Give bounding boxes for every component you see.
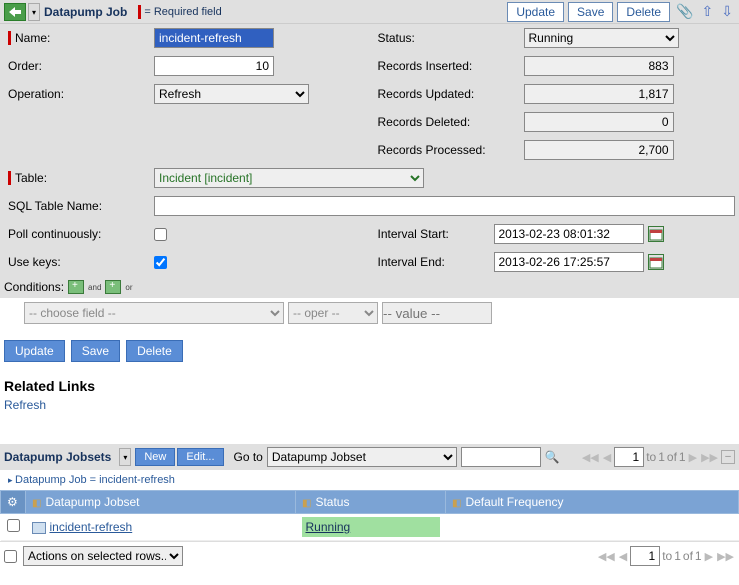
- update-button[interactable]: Update: [4, 340, 65, 362]
- filter-field-select[interactable]: -- choose field --: [24, 302, 284, 324]
- sql-input[interactable]: [154, 196, 735, 216]
- goto-select[interactable]: Datapump Jobset: [267, 447, 457, 467]
- poll-label: Poll continuously:: [8, 227, 101, 241]
- order-input[interactable]: [154, 56, 274, 76]
- last-page-icon[interactable]: ▶▶: [716, 550, 735, 563]
- record-icon[interactable]: [32, 522, 46, 534]
- page-input[interactable]: [614, 447, 644, 467]
- gear-icon[interactable]: ⚙: [7, 495, 18, 509]
- records-processed-field: [524, 140, 674, 160]
- interval-start-input[interactable]: [494, 224, 644, 244]
- interval-end-input[interactable]: [494, 252, 644, 272]
- cube-icon: ◧: [302, 498, 311, 509]
- last-page-icon[interactable]: ▶▶: [700, 451, 719, 464]
- required-mark-icon: [8, 31, 11, 45]
- attachment-icon[interactable]: 📎: [674, 3, 695, 20]
- cube-icon: ◧: [452, 498, 461, 509]
- first-page-icon[interactable]: ◀◀: [597, 550, 616, 563]
- move-up-icon[interactable]: ⇧: [700, 3, 716, 20]
- form-title: Datapump Job: [44, 5, 127, 19]
- goto-input[interactable]: [461, 447, 541, 467]
- usekeys-label: Use keys:: [8, 255, 61, 269]
- select-all-checkbox[interactable]: [4, 550, 17, 563]
- calendar-icon[interactable]: [648, 254, 664, 270]
- column-status[interactable]: ◧Status: [296, 491, 446, 514]
- prev-page-icon[interactable]: ◀: [602, 451, 612, 464]
- conditions-label: Conditions:: [4, 280, 64, 294]
- related-links-heading: Related Links: [0, 370, 739, 396]
- records-deleted-label: Records Deleted:: [378, 115, 471, 129]
- list-title: Datapump Jobsets: [4, 450, 111, 464]
- pager-of: of: [667, 450, 677, 464]
- table-select[interactable]: Incident [incident]: [154, 168, 424, 188]
- add-or-condition-icon[interactable]: [105, 280, 121, 294]
- back-button[interactable]: [4, 3, 26, 21]
- order-label: Order:: [8, 59, 42, 73]
- search-icon[interactable]: 🔍: [541, 450, 564, 464]
- first-page-icon[interactable]: ◀◀: [581, 451, 600, 464]
- table-label: Table:: [15, 171, 47, 185]
- required-label: = Required field: [144, 6, 221, 18]
- pager-to: to: [646, 450, 656, 464]
- name-input[interactable]: [154, 28, 274, 48]
- records-inserted-field: [524, 56, 674, 76]
- update-button-top[interactable]: Update: [507, 2, 564, 22]
- filter-value-input[interactable]: [382, 302, 492, 324]
- record-link[interactable]: incident-refresh: [50, 520, 133, 534]
- records-updated-field: [524, 84, 674, 104]
- list-menu-dropdown[interactable]: ▾: [119, 448, 131, 466]
- save-button-top[interactable]: Save: [568, 2, 613, 22]
- usekeys-checkbox[interactable]: [154, 256, 167, 269]
- next-page-icon[interactable]: ▶: [688, 451, 698, 464]
- list-breadcrumb[interactable]: Datapump Job = incident-refresh: [0, 470, 739, 490]
- records-deleted-field: [524, 112, 674, 132]
- new-button[interactable]: New: [135, 448, 175, 466]
- filter-oper-select[interactable]: -- oper --: [288, 302, 378, 324]
- records-processed-label: Records Processed:: [378, 143, 486, 157]
- delete-button-top[interactable]: Delete: [617, 2, 670, 22]
- required-indicator-icon: [138, 5, 141, 19]
- operation-label: Operation:: [8, 87, 64, 101]
- required-mark-icon: [8, 171, 11, 185]
- add-and-condition-icon[interactable]: [68, 280, 84, 294]
- column-frequency[interactable]: ◧Default Frequency: [446, 491, 739, 514]
- records-updated-label: Records Updated:: [378, 87, 475, 101]
- collapse-icon[interactable]: –: [721, 450, 735, 464]
- calendar-icon[interactable]: [648, 226, 664, 242]
- next-page-icon[interactable]: ▶: [704, 550, 714, 563]
- name-label: Name:: [15, 31, 50, 45]
- gear-column-header[interactable]: ⚙: [1, 491, 26, 514]
- pager-total1: 1: [658, 450, 665, 464]
- edit-button[interactable]: Edit...: [177, 448, 223, 466]
- interval-end-label: Interval End:: [378, 255, 445, 269]
- pager-total2: 1: [679, 450, 686, 464]
- interval-start-label: Interval Start:: [378, 227, 449, 241]
- header-menu-dropdown[interactable]: ▾: [28, 3, 40, 21]
- cube-icon: ◧: [32, 498, 41, 509]
- page-input-footer[interactable]: [630, 546, 660, 566]
- poll-checkbox[interactable]: [154, 228, 167, 241]
- delete-button[interactable]: Delete: [126, 340, 183, 362]
- row-checkbox[interactable]: [7, 519, 20, 532]
- status-select[interactable]: Running: [524, 28, 679, 48]
- table-row[interactable]: incident-refresh Running: [1, 514, 739, 541]
- status-label: Status:: [378, 31, 415, 45]
- status-cell[interactable]: Running: [302, 517, 440, 537]
- records-inserted-label: Records Inserted:: [378, 59, 473, 73]
- move-down-icon[interactable]: ⇩: [719, 3, 735, 20]
- save-button[interactable]: Save: [71, 340, 120, 362]
- actions-select[interactable]: Actions on selected rows...: [23, 546, 183, 566]
- operation-select[interactable]: Refresh: [154, 84, 309, 104]
- column-jobset[interactable]: ◧Datapump Jobset: [26, 491, 296, 514]
- prev-page-icon[interactable]: ◀: [618, 550, 628, 563]
- refresh-link[interactable]: Refresh: [0, 396, 50, 414]
- sql-label: SQL Table Name:: [8, 199, 102, 213]
- goto-label: Go to: [234, 450, 263, 464]
